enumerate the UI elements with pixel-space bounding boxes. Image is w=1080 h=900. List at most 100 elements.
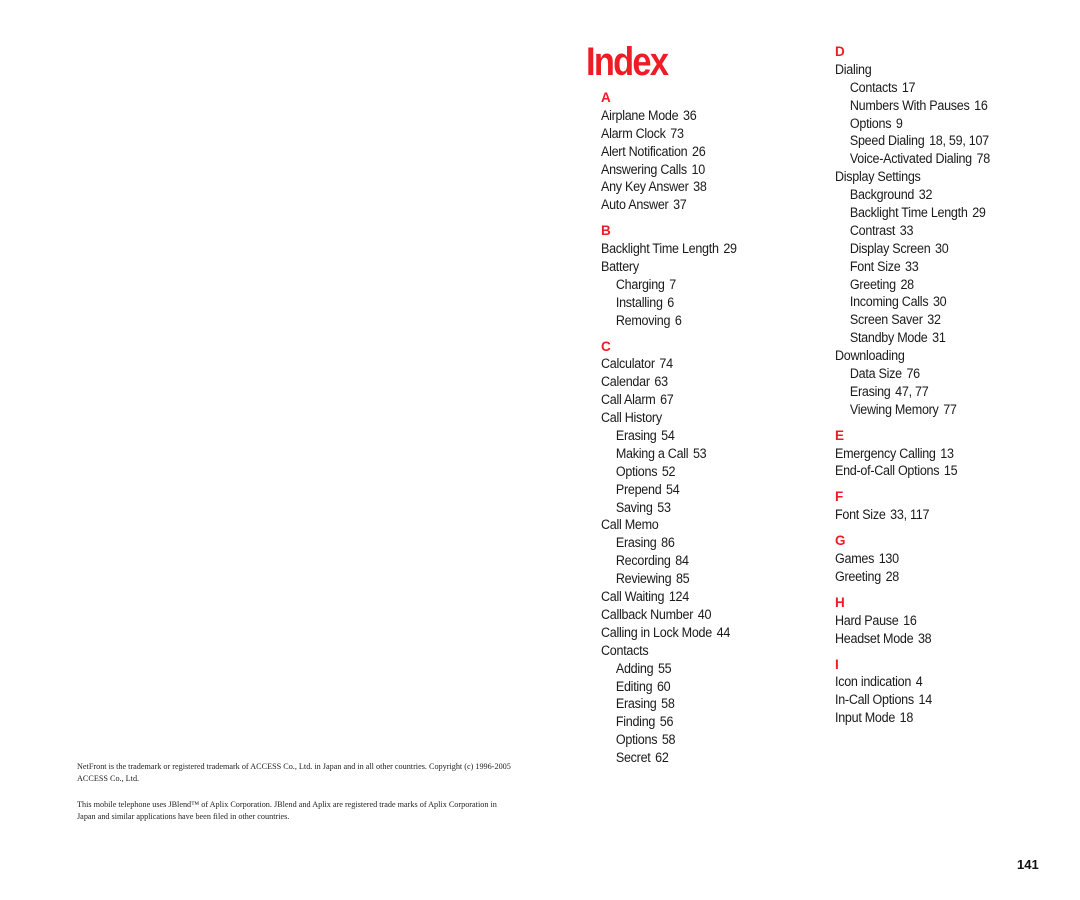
section-letter: H [835, 594, 845, 610]
entry-term: Contrast [849, 222, 896, 238]
entry-term: End-of-Call Options [835, 463, 940, 479]
entry-term: Callback Number [601, 606, 694, 622]
entry-term: Calculator [601, 356, 655, 372]
entry-term: Font Size [849, 258, 901, 274]
index-subentry: Installing 6 [601, 294, 737, 312]
index-section-f: F Font Size 33, 117 [835, 488, 1002, 524]
entry-term: Installing [615, 294, 663, 310]
entry-term: Incoming Calls [849, 294, 929, 310]
entry-pages: 54 [666, 481, 680, 497]
index-column-2: D Dialing Contacts 17 Numbers With Pauses 16 O… [835, 43, 1002, 735]
entry-term: Auto Answer [601, 197, 669, 213]
entry-pages: 18 [899, 710, 914, 726]
entry-term: Call Alarm [601, 392, 656, 408]
entry-pages: 74 [659, 356, 673, 372]
index-entry: Hard Pause 16 [835, 612, 990, 630]
index-subentry: Erasing 47, 77 [835, 383, 990, 401]
entry-pages: 33 [899, 222, 914, 238]
entry-pages: 29 [723, 241, 737, 257]
index-entry: Greeting 28 [835, 568, 990, 586]
section-letter: E [835, 427, 845, 443]
entry-term: Backlight Time Length [601, 241, 719, 257]
entry-pages: 4 [915, 674, 923, 690]
index-subentry: Options 52 [601, 463, 737, 481]
entry-pages: 60 [656, 678, 671, 694]
index-entry: Call Waiting 124 [601, 588, 737, 606]
entry-term: Font Size [835, 507, 886, 523]
index-entry: Call History [601, 409, 737, 427]
entry-pages: 6 [667, 294, 675, 310]
entry-term: Answering Calls [601, 161, 687, 177]
entry-term: Screen Saver [849, 312, 923, 328]
entry-term: Options [849, 115, 892, 131]
index-subentry: Screen Saver 32 [835, 311, 990, 329]
entry-pages: 85 [675, 571, 690, 587]
index-entry: Icon indication 4 [835, 673, 990, 691]
entry-pages: 14 [918, 692, 933, 708]
entry-pages: 16 [903, 612, 917, 628]
footnote-netfront: NetFront is the trademark or registered … [77, 762, 511, 783]
index-subentry: Background 32 [835, 186, 990, 204]
entry-pages: 9 [895, 115, 903, 131]
index-subentry: Making a Call 53 [601, 445, 737, 463]
entry-pages: 26 [692, 143, 706, 159]
index-entry: Input Mode 18 [835, 709, 990, 727]
entry-term: Battery [601, 259, 639, 275]
index-entry: Calendar 63 [601, 373, 737, 391]
entry-term: Reviewing [615, 571, 672, 587]
entry-term: Calling in Lock Mode [601, 624, 712, 640]
entry-pages: 54 [661, 428, 675, 444]
entry-term: Erasing [615, 428, 657, 444]
index-subentry: Standby Mode 31 [835, 329, 990, 347]
index-entry: Contacts [601, 642, 737, 660]
entry-term: Background [849, 187, 915, 203]
entry-pages: 77 [943, 401, 957, 417]
entry-term: Removing [615, 312, 671, 328]
index-subentry: Incoming Calls 30 [835, 293, 990, 311]
entry-pages: 84 [675, 553, 689, 569]
entry-term: Emergency Calling [835, 445, 936, 461]
index-section-c: C Calculator 74 Calendar 63 Call Alarm 67 Call … [601, 338, 747, 767]
entry-term: Finding [615, 714, 656, 730]
entry-pages: 28 [900, 276, 914, 292]
entry-term: Call Memo [601, 517, 659, 533]
entry-term: Recording [615, 553, 671, 569]
index-subentry: Erasing 58 [601, 695, 737, 713]
entry-pages: 40 [697, 606, 712, 622]
entry-term: Airplane Mode [601, 107, 679, 123]
entry-term: Input Mode [835, 710, 896, 726]
index-column-1: A Airplane Mode 36 Alarm Clock 73 Alert Notif… [601, 89, 747, 775]
entry-pages: 44 [716, 624, 731, 640]
index-entry: Backlight Time Length 29 [601, 240, 737, 258]
entry-pages: 36 [682, 107, 697, 123]
entry-term: Adding [615, 660, 654, 676]
index-entry: Dialing [835, 61, 990, 79]
index-subentry: Viewing Memory 77 [835, 401, 990, 419]
section-letter: B [601, 223, 611, 239]
entry-term: Contacts [601, 642, 649, 658]
index-entry: Call Alarm 67 [601, 391, 737, 409]
entry-term: Games [835, 551, 875, 567]
index-subentry: Erasing 54 [601, 427, 737, 445]
index-entry: End-of-Call Options 15 [835, 462, 990, 480]
entry-pages: 30 [935, 240, 949, 256]
entry-pages: 32 [927, 312, 941, 328]
entry-term: Secret [615, 750, 651, 766]
entry-pages: 38 [693, 179, 707, 195]
entry-term: Greeting [835, 568, 881, 584]
entry-term: Standby Mode [849, 330, 928, 346]
index-entry: Any Key Answer 38 [601, 178, 737, 196]
index-subentry: Contacts 17 [835, 79, 990, 97]
index-subentry: Adding 55 [601, 660, 737, 678]
index-subentry: Charging 7 [601, 276, 737, 294]
entry-pages: 30 [932, 294, 947, 310]
entry-term: Viewing Memory [849, 401, 939, 417]
entry-pages: 78 [976, 151, 991, 167]
entry-term: Downloading [835, 348, 905, 364]
index-entry: Calling in Lock Mode 44 [601, 624, 737, 642]
entry-term: Numbers With Pauses [849, 97, 970, 113]
entry-term: Erasing [615, 696, 657, 712]
index-subentry: Speed Dialing 18, 59, 107 [835, 132, 990, 150]
entry-term: Data Size [849, 366, 902, 382]
entry-term: Alert Notification [601, 143, 688, 159]
